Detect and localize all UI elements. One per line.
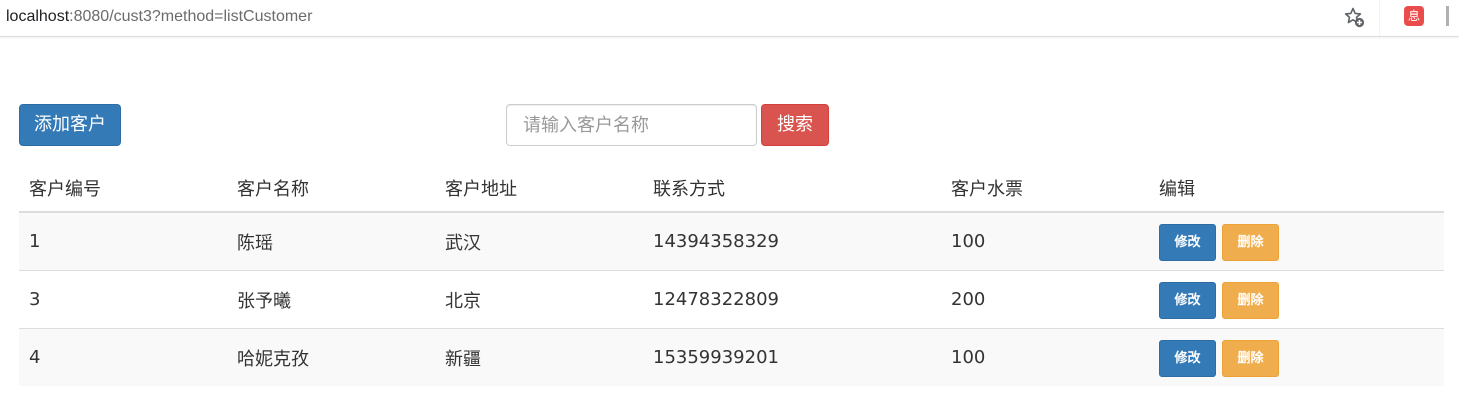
add-customer-button[interactable]: 添加客户 [19, 104, 121, 146]
browser-menu-icon[interactable] [1446, 6, 1449, 26]
customer-name-search-input[interactable] [506, 104, 757, 146]
cell-water-tickets: 100 [941, 328, 1149, 386]
url-field[interactable]: localhost:8080/cust3?method=listCustomer [6, 7, 312, 27]
cell-customer-name: 哈妮克孜 [227, 328, 435, 386]
cell-edit-actions: 修改 删除 [1149, 270, 1444, 329]
header-edit: 编辑 [1149, 164, 1444, 213]
edit-button[interactable]: 修改 [1159, 224, 1216, 261]
table-header-row: 客户编号 客户名称 客户地址 联系方式 客户水票 编辑 [19, 164, 1444, 213]
header-customer-address: 客户地址 [435, 164, 643, 213]
cell-customer-address: 新疆 [435, 328, 643, 386]
cell-customer-name: 张予曦 [227, 270, 435, 329]
browser-address-bar: localhost:8080/cust3?method=listCustomer… [0, 0, 1459, 37]
cell-customer-name: 陈瑶 [227, 211, 435, 271]
table-row: 1 陈瑶 武汉 14394358329 100 修改 删除 [19, 211, 1444, 271]
cell-customer-address: 武汉 [435, 211, 643, 271]
cell-customer-address: 北京 [435, 270, 643, 329]
star-add-icon[interactable] [1342, 5, 1366, 29]
table-row: 4 哈妮克孜 新疆 15359939201 100 修改 删除 [19, 328, 1444, 386]
header-water-tickets: 客户水票 [941, 164, 1149, 213]
delete-button[interactable]: 删除 [1222, 224, 1279, 261]
cell-edit-actions: 修改 删除 [1149, 328, 1444, 386]
search-button[interactable]: 搜索 [761, 104, 829, 146]
cell-edit-actions: 修改 删除 [1149, 211, 1444, 271]
extension-icon[interactable]: 息 [1404, 6, 1424, 26]
cell-customer-id: 3 [19, 270, 227, 329]
url-path: :8080/cust3?method=listCustomer [69, 8, 313, 25]
cell-contact: 14394358329 [643, 211, 941, 271]
table-row: 3 张予曦 北京 12478322809 200 修改 删除 [19, 270, 1444, 329]
cell-water-tickets: 100 [941, 211, 1149, 271]
delete-button[interactable]: 删除 [1222, 340, 1279, 377]
customer-table: 客户编号 客户名称 客户地址 联系方式 客户水票 编辑 1 陈瑶 武汉 1439… [19, 164, 1444, 386]
header-customer-name: 客户名称 [227, 164, 435, 213]
url-host: localhost [6, 8, 70, 25]
toolbar-divider [1379, 0, 1380, 36]
cell-customer-id: 1 [19, 211, 227, 271]
cell-contact: 12478322809 [643, 270, 941, 329]
edit-button[interactable]: 修改 [1159, 340, 1216, 377]
cell-customer-id: 4 [19, 328, 227, 386]
header-customer-id: 客户编号 [19, 164, 227, 213]
cell-water-tickets: 200 [941, 270, 1149, 329]
delete-button[interactable]: 删除 [1222, 282, 1279, 319]
edit-button[interactable]: 修改 [1159, 282, 1216, 319]
cell-contact: 15359939201 [643, 328, 941, 386]
header-contact: 联系方式 [643, 164, 941, 213]
